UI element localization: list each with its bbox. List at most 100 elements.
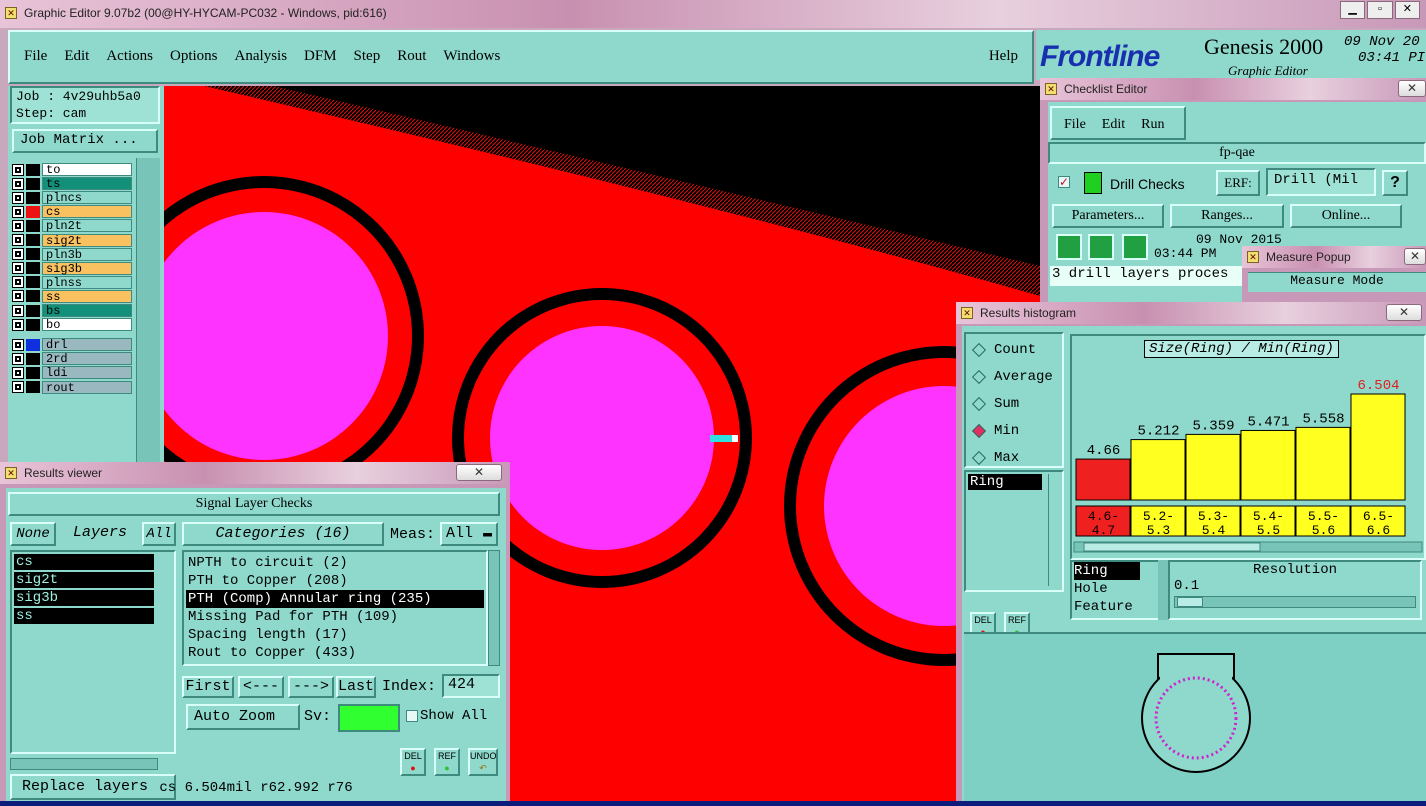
checklist-run-menu[interactable]: Run	[1141, 117, 1164, 138]
layer-result-item[interactable]: sig3b	[14, 590, 154, 606]
menu-rout[interactable]: Rout	[397, 48, 426, 65]
classifier-scrollbar[interactable]	[1158, 560, 1168, 620]
category-item[interactable]: Rout to Copper (433)	[186, 644, 484, 662]
meas-dropdown[interactable]: All ▬	[440, 522, 498, 546]
histogram-bar-2[interactable]	[1185, 433, 1241, 501]
category-item[interactable]: PTH (Comp) Annular ring (235)	[186, 590, 484, 608]
layer-row-bo[interactable]: bo	[12, 318, 132, 332]
layer-checkbox[interactable]	[12, 163, 24, 176]
layer-row-bs[interactable]: bs	[12, 304, 132, 317]
layer-results-scrollbar[interactable]	[10, 758, 158, 770]
layer-row-pln2t[interactable]: pln2t	[12, 219, 132, 233]
layer-name[interactable]: cs	[42, 205, 132, 219]
slider-thumb[interactable]	[1177, 597, 1203, 607]
layer-row-pln3b[interactable]: pln3b	[12, 247, 132, 261]
layer-result-item[interactable]: ss	[14, 608, 154, 624]
checklist-close-button[interactable]: ✕	[1398, 80, 1426, 97]
layer-result-item[interactable]: sig2t	[14, 572, 154, 588]
drill-checks-checkbox[interactable]: ✓	[1058, 176, 1070, 188]
layer-name[interactable]: to	[42, 163, 132, 176]
layer-row-to[interactable]: to	[12, 163, 132, 176]
all-button[interactable]: All	[142, 522, 176, 546]
histogram-bar-0[interactable]	[1075, 458, 1131, 501]
run-icon-2[interactable]	[1088, 234, 1114, 260]
stat-option-min[interactable]: Min	[971, 421, 1019, 441]
layer-checkbox[interactable]	[12, 338, 24, 351]
categories-button[interactable]: Categories (16)	[182, 522, 384, 546]
stat-option-count[interactable]: Count	[971, 340, 1036, 360]
run-icon-3[interactable]	[1122, 234, 1148, 260]
layer-name[interactable]: sig2t	[42, 233, 132, 247]
menu-actions[interactable]: Actions	[106, 48, 153, 65]
layer-checkbox[interactable]	[12, 205, 24, 218]
next-button[interactable]: --->	[288, 676, 334, 698]
prev-button[interactable]: <---	[238, 676, 284, 698]
radio-icon[interactable]	[971, 396, 987, 412]
close-button[interactable]: ✕	[1394, 1, 1420, 19]
first-button[interactable]: First	[182, 676, 234, 698]
stat-option-max[interactable]: Max	[971, 448, 1019, 468]
layer-row-plnss[interactable]: plnss	[12, 275, 132, 289]
run-icon-1[interactable]	[1056, 234, 1082, 260]
parameters-button[interactable]: Parameters...	[1052, 204, 1164, 228]
index-field[interactable]: 424	[442, 674, 500, 698]
job-matrix-button[interactable]: Job Matrix ...	[12, 129, 158, 153]
none-button[interactable]: None	[10, 522, 56, 546]
histogram-bar-5[interactable]	[1350, 393, 1406, 501]
layer-name[interactable]: plncs	[42, 191, 132, 205]
category-item[interactable]: Spacing length (17)	[186, 626, 484, 644]
layer-checkbox[interactable]	[12, 381, 24, 393]
viewer-ref-button[interactable]: REF ●	[434, 748, 460, 776]
erf-field[interactable]: Drill (Mil	[1266, 168, 1376, 196]
layer-checkbox[interactable]	[12, 318, 24, 331]
layer-checkbox[interactable]	[12, 177, 24, 190]
result-type-ring[interactable]: Ring	[968, 474, 1042, 490]
menu-options[interactable]: Options	[170, 48, 218, 65]
viewer-close-button[interactable]: ✕	[456, 464, 502, 481]
stat-option-sum[interactable]: Sum	[971, 394, 1019, 414]
maximize-button[interactable]: ▫	[1367, 1, 1393, 19]
online-button[interactable]: Online...	[1290, 204, 1402, 228]
layer-name[interactable]: sig3b	[42, 261, 132, 275]
category-item[interactable]: PTH to Copper (208)	[186, 572, 484, 590]
layer-name[interactable]: bs	[42, 304, 132, 317]
menu-help[interactable]: Help	[989, 48, 1018, 65]
layer-checkbox[interactable]	[12, 262, 24, 275]
histogram-bar-3[interactable]	[1240, 429, 1296, 501]
layer-name[interactable]: rout	[42, 380, 132, 394]
layer-name[interactable]: ldi	[42, 366, 132, 380]
stat-option-average[interactable]: Average	[971, 367, 1053, 387]
layer-row-sig3b[interactable]: sig3b	[12, 261, 132, 275]
minimize-button[interactable]: ▁	[1340, 1, 1366, 19]
menu-file[interactable]: File	[24, 48, 47, 65]
layer-row-ts[interactable]: ts	[12, 177, 132, 191]
menu-analysis[interactable]: Analysis	[235, 48, 288, 65]
checklist-help-button[interactable]: ?	[1382, 170, 1408, 196]
main-titlebar[interactable]: ✕ Graphic Editor 9.07b2 (00@HY-HYCAM-PC0…	[0, 0, 1426, 28]
menu-edit[interactable]: Edit	[64, 48, 89, 65]
layer-row-ss[interactable]: ss	[12, 289, 132, 303]
checklist-file-menu[interactable]: File	[1064, 117, 1086, 138]
layer-row-sig2t[interactable]: sig2t	[12, 233, 132, 247]
radio-icon[interactable]	[971, 423, 987, 439]
layer-row-ldi[interactable]: ldi	[12, 366, 132, 380]
layer-row-plncs[interactable]: plncs	[12, 191, 132, 205]
menu-step[interactable]: Step	[354, 48, 381, 65]
last-button[interactable]: Last	[336, 676, 376, 698]
layer-checkbox[interactable]	[12, 304, 24, 317]
auto-zoom-dropdown[interactable]: Auto Zoom	[186, 704, 300, 730]
chart-scroll-thumb[interactable]	[1083, 542, 1261, 552]
radio-icon[interactable]	[971, 450, 987, 466]
layer-checkbox[interactable]	[12, 248, 24, 261]
layer-row-cs[interactable]: cs	[12, 205, 132, 219]
checklist-titlebar[interactable]: ✕ Checklist Editor	[1040, 78, 1426, 100]
histogram-bar-1[interactable]	[1130, 439, 1186, 501]
histogram-titlebar[interactable]: ✕ Results histogram	[956, 302, 1426, 324]
ranges-button[interactable]: Ranges...	[1170, 204, 1284, 228]
layer-checkbox[interactable]	[12, 276, 24, 289]
layer-name[interactable]: plnss	[42, 275, 132, 289]
layer-result-item[interactable]: cs	[14, 554, 154, 570]
layer-scrollbar[interactable]	[136, 158, 160, 466]
layer-name[interactable]: pln3b	[42, 247, 132, 261]
layer-row-2rd[interactable]: 2rd	[12, 352, 132, 366]
